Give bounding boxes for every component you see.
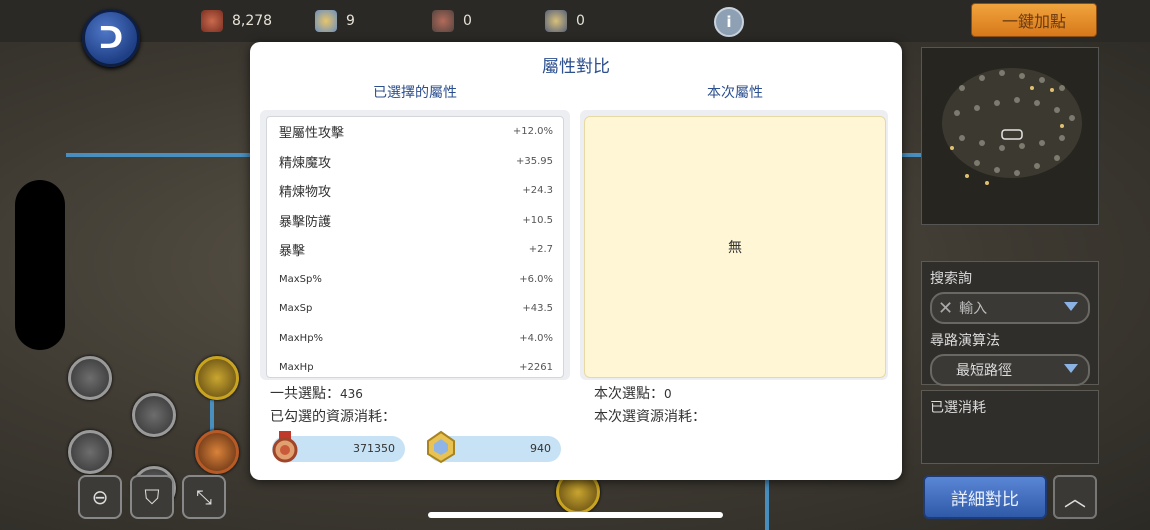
path-algorithm-value: 最短路徑 xyxy=(956,363,1012,379)
attribute-name: 精煉物攻 xyxy=(279,185,332,201)
shield-node[interactable] xyxy=(68,356,112,400)
chevron-up-icon: ︿ xyxy=(1063,487,1086,512)
selected-attributes-list[interactable]: 聖屬性攻擊 +12.0% 精煉魔攻 +35.95 精煉物攻 +24.3 暴擊防護 +10… xyxy=(266,116,564,378)
search-placeholder: 輸入 xyxy=(959,301,988,317)
attribute-row: MaxHp% +4.0% xyxy=(267,324,563,354)
info-button[interactable]: i xyxy=(714,7,744,37)
attribute-name: 暴擊 xyxy=(279,244,306,260)
medal-icon xyxy=(272,431,298,463)
attribute-name: 暴擊防護 xyxy=(279,214,332,230)
resource-locked-gem-value: 0 xyxy=(576,13,585,29)
attribute-value: +10.5 xyxy=(522,214,553,226)
gem-icon xyxy=(427,430,455,464)
locked-gem-icon xyxy=(545,10,567,32)
attribute-row: 暴擊 +2.7 xyxy=(267,235,563,265)
attribute-name: MaxHp% xyxy=(279,332,324,344)
resource-medal-value: 8,278 xyxy=(232,13,273,29)
dialog-title: 屬性對比 xyxy=(542,57,610,77)
path-algorithm-select[interactable]: 最短路徑 xyxy=(930,354,1090,386)
shield-toggle-button[interactable]: ⛉ xyxy=(130,475,174,519)
attribute-value: +43.5 xyxy=(522,303,553,315)
gem-icon xyxy=(315,10,337,32)
clear-icon[interactable]: ✕ xyxy=(938,298,953,319)
map-path-line xyxy=(66,153,250,157)
shield-node[interactable] xyxy=(132,393,176,437)
attribute-compare-dialog: 屬性對比 已選擇的屬性 本次屬性 聖屬性攻擊 +12.0% 精煉魔攻 +35.95 … xyxy=(250,42,902,480)
attribute-row: MaxSp% +6.0% xyxy=(267,265,563,295)
crossed-swords-node[interactable] xyxy=(68,430,112,474)
current-attributes-panel: 無 xyxy=(580,110,888,380)
total-points-label: 一共選點： xyxy=(270,386,340,402)
resource-locked-medal: 0 xyxy=(432,9,472,33)
attribute-value: +4.0% xyxy=(519,332,553,344)
path-button[interactable]: ⤡ xyxy=(182,475,226,519)
resource-locked-gem: 0 xyxy=(545,9,585,33)
attribute-name: MaxSp% xyxy=(279,273,322,285)
one-key-add-points-button[interactable]: 一鍵加點 xyxy=(971,3,1097,37)
orange-star-node[interactable] xyxy=(195,430,239,474)
minimap[interactable] xyxy=(921,47,1099,225)
attribute-row: MaxSp +43.5 xyxy=(267,294,563,324)
shield-slash-icon: ⛉ xyxy=(144,485,160,509)
info-icon: i xyxy=(726,13,732,31)
zoom-out-button[interactable]: ⊖ xyxy=(78,475,122,519)
search-input[interactable]: ✕ 輸入 xyxy=(930,292,1090,324)
current-points: 本次選點：0 xyxy=(594,383,672,403)
map-path-line xyxy=(765,480,769,530)
resource-locked-medal-value: 0 xyxy=(463,13,472,29)
current-points-value: 0 xyxy=(664,387,672,401)
left-side-handle[interactable] xyxy=(15,180,65,350)
locked-medal-icon xyxy=(432,10,454,32)
total-points: 一共選點：436 xyxy=(270,383,363,403)
attribute-name: MaxHp xyxy=(279,362,314,374)
attribute-value: +6.0% xyxy=(519,273,553,285)
gold-shield-node[interactable] xyxy=(195,356,239,400)
resource-gem: 9 xyxy=(315,9,355,33)
current-cost-label: 本次選資源消耗： xyxy=(594,409,706,425)
cost-gem-value: 940 xyxy=(530,442,551,455)
attribute-row: MaxHp +2261 xyxy=(267,353,563,377)
cost-medal-value: 371350 xyxy=(353,442,395,455)
attribute-value: +2261 xyxy=(519,362,553,374)
chevron-down-icon xyxy=(1064,364,1078,373)
attribute-row: 聖屬性攻擊 +12.0% xyxy=(267,117,563,147)
path-algorithm-label: 尋路演算法 xyxy=(930,333,1000,349)
current-attributes-list: 無 xyxy=(584,116,886,378)
search-panel: 搜索詢 ✕ 輸入 尋路演算法 最短路徑 xyxy=(921,261,1099,386)
selected-cost-label: 已選消耗 xyxy=(930,400,986,416)
zoom-out-icon: ⊖ xyxy=(91,485,109,509)
attribute-value: +12.0% xyxy=(512,126,553,138)
attribute-name: 精煉魔攻 xyxy=(279,155,332,171)
resource-gem-value: 9 xyxy=(346,13,355,29)
home-indicator[interactable] xyxy=(428,512,723,518)
current-points-label: 本次選點： xyxy=(594,386,664,402)
scroll-up-button[interactable]: ︿ xyxy=(1053,475,1097,519)
attribute-name: 聖屬性攻擊 xyxy=(279,126,345,142)
selected-cost-panel: 已選消耗 xyxy=(921,390,1099,464)
resource-medal: 8,278 xyxy=(201,9,272,33)
attribute-row: 精煉魔攻 +35.95 xyxy=(267,147,563,177)
chevron-down-icon xyxy=(1064,302,1078,311)
medal-icon xyxy=(201,10,223,32)
checked-cost-label: 已勾選的資源消耗： xyxy=(270,409,396,425)
back-button[interactable]: ᑐ xyxy=(82,9,140,67)
search-label: 搜索詢 xyxy=(930,271,972,287)
map-path-line xyxy=(900,153,922,157)
total-points-value: 436 xyxy=(340,387,363,401)
back-icon: ᑐ xyxy=(98,20,124,56)
attribute-name: MaxSp xyxy=(279,303,313,315)
detail-compare-button[interactable]: 詳細對比 xyxy=(923,475,1047,519)
attribute-row: 精煉物攻 +24.3 xyxy=(267,176,563,206)
empty-text: 無 xyxy=(728,240,742,256)
minimap-graphic xyxy=(942,68,1082,185)
selected-attributes-panel: 聖屬性攻擊 +12.0% 精煉魔攻 +35.95 精煉物攻 +24.3 暴擊防護 +10… xyxy=(260,110,570,380)
attribute-value: +24.3 xyxy=(522,185,553,197)
attribute-value: +2.7 xyxy=(528,244,553,256)
attribute-value: +35.95 xyxy=(515,155,553,167)
attribute-row: 暴擊防護 +10.5 xyxy=(267,206,563,236)
path-icon: ⤡ xyxy=(196,485,212,509)
selected-attributes-header: 已選擇的屬性 xyxy=(373,85,457,101)
current-attributes-header: 本次屬性 xyxy=(707,85,763,101)
